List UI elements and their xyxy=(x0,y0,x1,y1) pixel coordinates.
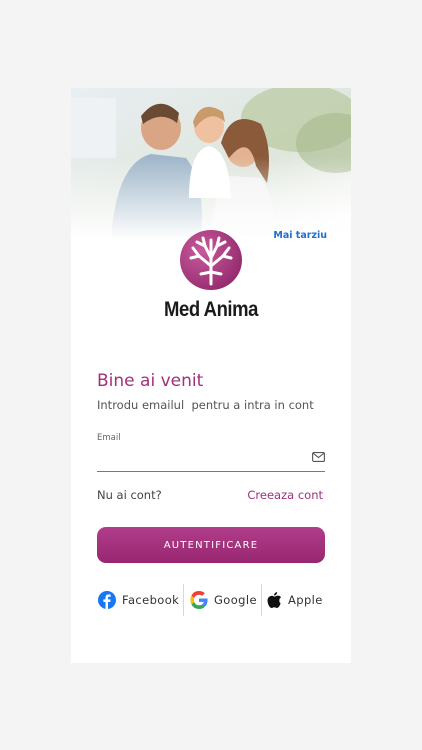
facebook-icon xyxy=(98,591,116,609)
email-label: Email xyxy=(97,433,121,443)
google-login-button[interactable]: Google xyxy=(190,585,257,615)
login-screen: Mai tarziu Med Anima Bine ai venit Intro… xyxy=(71,88,351,663)
email-field[interactable] xyxy=(97,446,325,472)
login-button[interactable]: AUTENTIFICARE xyxy=(97,527,325,563)
no-account-text: Nu ai cont? xyxy=(97,488,162,502)
google-icon xyxy=(190,591,208,609)
apple-icon xyxy=(266,591,282,609)
welcome-title: Bine ai venit xyxy=(97,371,204,391)
divider xyxy=(183,584,184,616)
brand-name: Med Anima xyxy=(164,298,258,321)
divider xyxy=(261,584,262,616)
google-label: Google xyxy=(214,593,257,607)
mail-icon xyxy=(312,452,325,462)
facebook-label: Facebook xyxy=(122,593,180,607)
apple-login-button[interactable]: Apple xyxy=(266,585,323,615)
apple-label: Apple xyxy=(288,593,323,607)
tree-logo-icon xyxy=(180,230,242,290)
brand-logo: Med Anima xyxy=(71,228,351,322)
welcome-subtitle: Introdu emailul pentru a intra in cont xyxy=(97,398,314,412)
hero-family-photo xyxy=(71,88,351,240)
facebook-login-button[interactable]: Facebook xyxy=(98,585,179,615)
create-account-link[interactable]: Creeaza cont xyxy=(247,488,323,502)
